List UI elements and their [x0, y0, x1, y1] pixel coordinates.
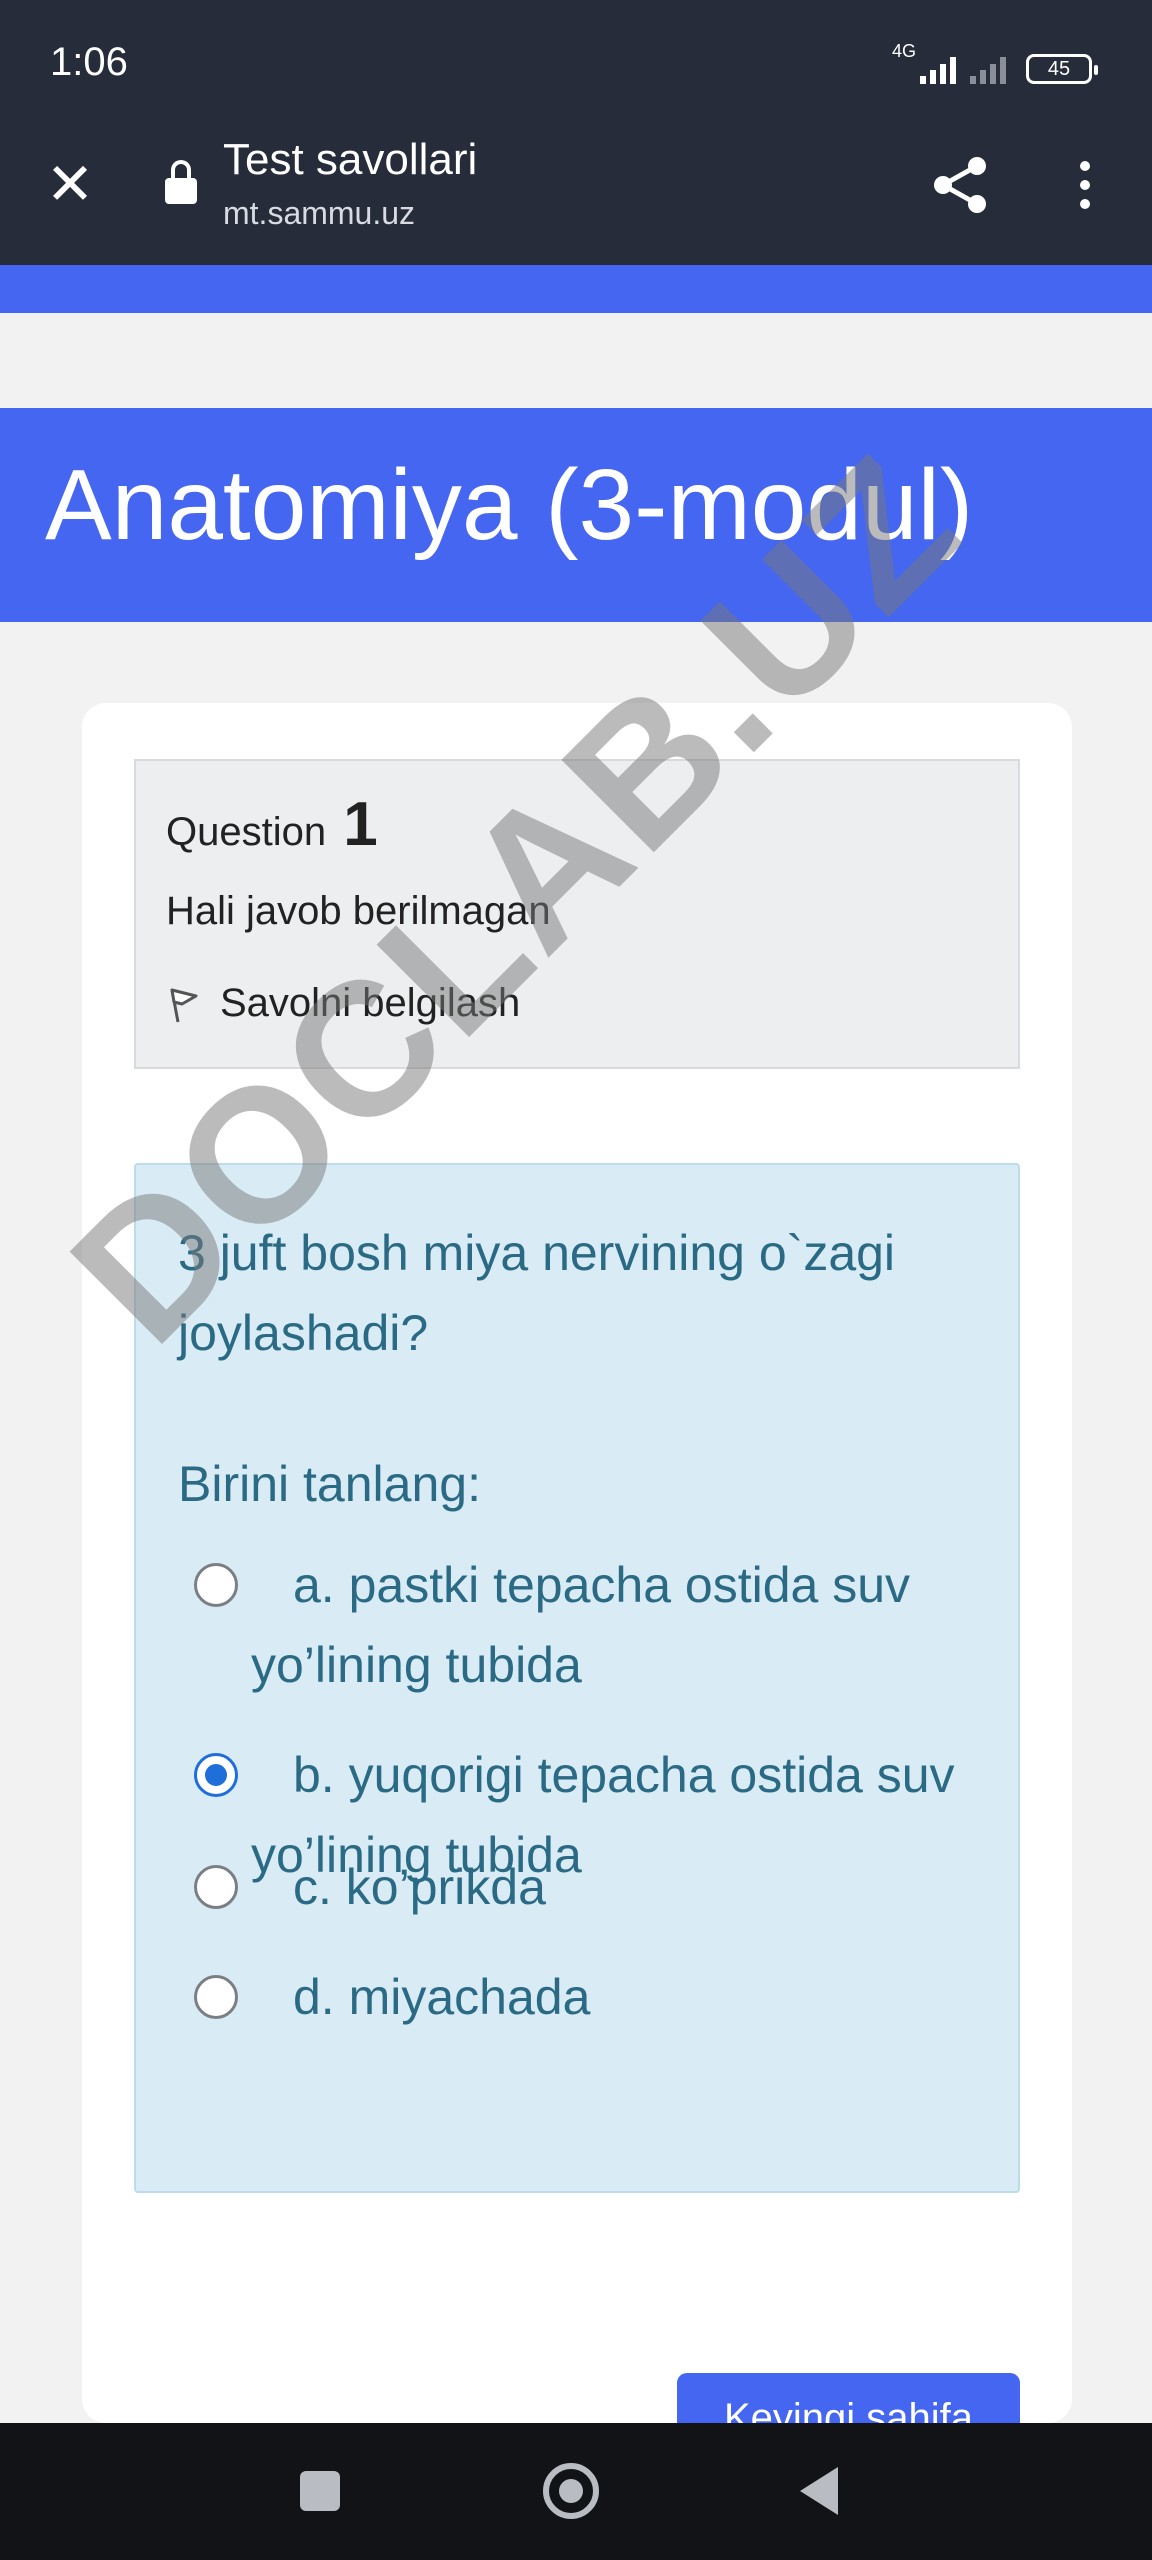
status-time: 1:06 — [50, 40, 128, 84]
network-type: 4G — [891, 41, 916, 61]
answer-label-c: c. ko’prikda — [293, 1859, 546, 1915]
signal-icon — [920, 54, 956, 84]
page-title: Test savollari — [223, 135, 478, 184]
radio-c[interactable] — [194, 1865, 238, 1909]
answer-label-a: a. pastki tepacha ostida suv yo’lining t… — [251, 1557, 911, 1693]
status-icons: 4G 45 — [891, 38, 1098, 84]
back-icon[interactable] — [800, 2467, 838, 2515]
radio-b[interactable] — [194, 1753, 238, 1797]
page-url[interactable]: mt.sammu.uz — [223, 195, 415, 232]
top-accent-strip — [0, 265, 1152, 313]
close-icon[interactable]: ✕ — [40, 155, 100, 215]
recent-apps-icon[interactable] — [300, 2471, 340, 2511]
answer-label-d: d. miyachada — [293, 1969, 591, 2025]
home-icon[interactable] — [543, 2463, 599, 2519]
lock-icon — [165, 160, 197, 204]
more-vert-icon[interactable] — [1065, 150, 1105, 220]
question-number: 1 — [343, 790, 378, 859]
radio-a[interactable] — [194, 1563, 238, 1607]
question-heading: Question 1 — [166, 789, 378, 860]
flag-icon — [170, 988, 198, 1022]
question-label: Question — [166, 810, 327, 854]
battery-icon: 45 — [1026, 54, 1098, 84]
system-nav-bar — [0, 2423, 1152, 2560]
signal-icon-secondary — [970, 54, 1006, 84]
radio-d[interactable] — [194, 1975, 238, 2019]
status-bar: 1:06 4G 45 — [0, 0, 1152, 125]
share-icon[interactable] — [925, 150, 995, 220]
choose-prompt: Birini tanlang: — [178, 1456, 481, 1512]
browser-toolbar: ✕ Test savollari mt.sammu.uz — [0, 125, 1152, 265]
question-content: 3 juft bosh miya nervining o`zagi joylas… — [134, 1163, 1020, 2193]
battery-level: 45 — [1047, 57, 1071, 80]
